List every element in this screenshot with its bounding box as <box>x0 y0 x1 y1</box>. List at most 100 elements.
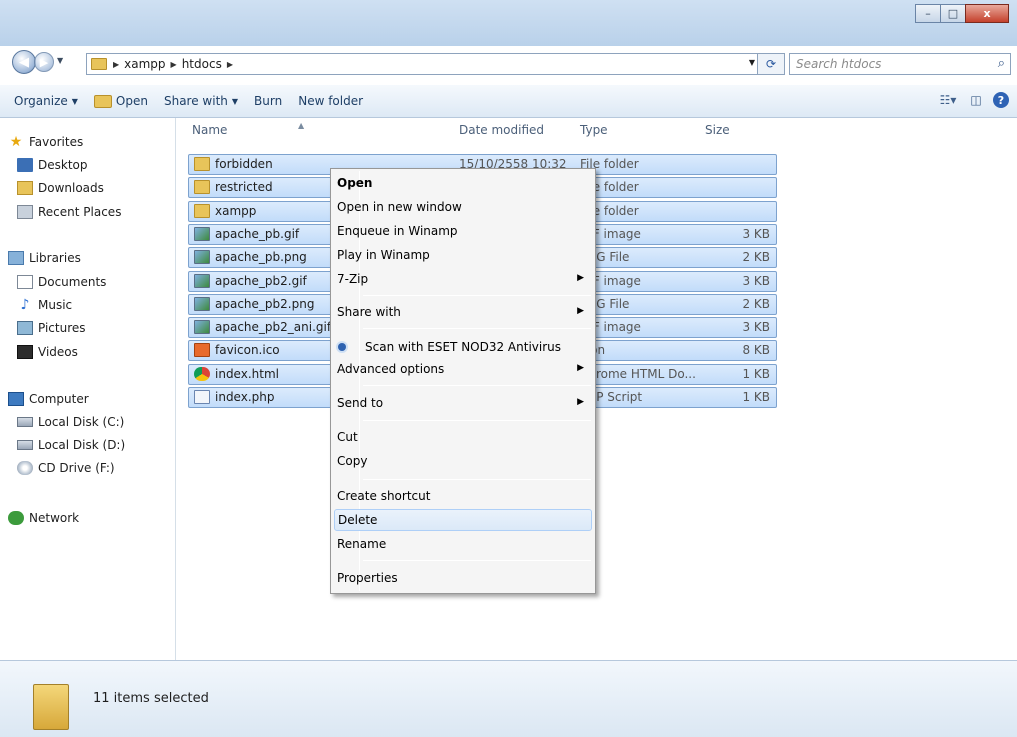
arrow-right-icon: ▶ <box>39 55 49 69</box>
menu-item-advanced-options[interactable]: Advanced options ▶ <box>334 359 592 381</box>
menu-separator <box>363 295 591 296</box>
nav-desktop-label: Desktop <box>38 158 88 172</box>
cd-drive-icon <box>17 461 33 475</box>
address-history-dropdown[interactable]: ▼ <box>749 58 755 67</box>
nav-computer[interactable]: Computer <box>8 392 89 406</box>
view-controls: ☷▾ ◫ ? <box>931 90 1009 110</box>
nav-downloads-label: Downloads <box>38 181 104 195</box>
star-icon: ★ <box>9 134 23 150</box>
chevron-right-icon[interactable]: ▶ <box>171 60 177 69</box>
file-size: 1 KB <box>742 390 770 404</box>
menu-item-7zip-label: 7-Zip <box>337 272 369 286</box>
breadcrumb-xampp[interactable]: xampp <box>124 57 165 71</box>
address-bar[interactable]: ▶ xampp ▶ htdocs ▶ ▼ <box>86 53 776 75</box>
file-size: 3 KB <box>742 320 770 335</box>
share-with-button[interactable]: Share with ▼ <box>156 90 246 112</box>
change-view-icon[interactable]: ☷▾ <box>937 90 959 110</box>
menu-item-rename[interactable]: Rename <box>334 534 592 556</box>
nav-local-disk-c[interactable]: Local Disk (C:) <box>17 415 124 429</box>
file-name-text: apache_pb.png <box>215 250 307 265</box>
help-icon[interactable]: ? <box>993 92 1009 108</box>
search-input[interactable]: Search htdocs ⌕ <box>789 53 1011 75</box>
file-list: Name ▲ Date modified Type Size forbidden… <box>177 118 1017 660</box>
downloads-icon <box>17 181 33 195</box>
image-icon <box>194 273 210 288</box>
back-button[interactable]: ◀ <box>12 50 36 74</box>
nav-libraries[interactable]: Libraries <box>8 251 81 265</box>
nav-libraries-label: Libraries <box>29 251 81 265</box>
organize-button[interactable]: Organize ▼ <box>6 90 86 112</box>
nav-network[interactable]: Network <box>8 511 79 525</box>
title-bar: – □ x <box>0 0 1017 46</box>
menu-item-create-shortcut[interactable]: Create shortcut <box>334 486 592 508</box>
breadcrumb-htdocs[interactable]: htdocs <box>182 57 222 71</box>
refresh-button[interactable]: ⟳ <box>757 53 785 75</box>
menu-item-enqueue-winamp[interactable]: Enqueue in Winamp <box>334 221 592 243</box>
recent-pages-dropdown[interactable]: ▼ <box>57 56 63 65</box>
nav-local-disk-d[interactable]: Local Disk (D:) <box>17 438 125 452</box>
menu-item-send-to[interactable]: Send to ▶ <box>334 393 592 415</box>
nav-favorites[interactable]: ★ Favorites <box>8 134 84 150</box>
menu-item-delete[interactable]: Delete <box>334 509 592 531</box>
file-name-text: apache_pb2_ani.gif <box>215 320 332 335</box>
chevron-right-icon[interactable]: ▶ <box>227 60 233 69</box>
menu-item-scan-eset[interactable]: Scan with ESET NOD32 Antivirus <box>334 337 592 359</box>
menu-item-share-with[interactable]: Share with ▶ <box>334 302 592 324</box>
column-header-name[interactable]: Name ▲ <box>192 121 304 137</box>
nav-documents-label: Documents <box>38 275 107 289</box>
folder-icon <box>194 180 210 195</box>
menu-item-copy-label: Copy <box>337 454 368 468</box>
menu-item-copy[interactable]: Copy <box>334 451 592 473</box>
nav-network-label: Network <box>29 511 80 525</box>
menu-item-rename-label: Rename <box>337 537 387 551</box>
column-header-type[interactable]: Type <box>580 123 608 137</box>
search-icon[interactable]: ⌕ <box>998 56 1005 71</box>
nav-downloads[interactable]: Downloads <box>17 181 104 195</box>
maximize-button[interactable]: □ <box>940 4 966 23</box>
nav-pictures[interactable]: Pictures <box>17 321 86 335</box>
menu-item-properties[interactable]: Properties <box>334 568 592 590</box>
forward-button[interactable]: ▶ <box>34 52 54 72</box>
hard-disk-icon <box>17 440 33 450</box>
sort-ascending-icon: ▲ <box>298 121 305 130</box>
nav-videos[interactable]: Videos <box>17 345 78 359</box>
minimize-button[interactable]: – <box>915 4 941 23</box>
chevron-right-icon[interactable]: ▶ <box>113 60 119 69</box>
menu-item-play-winamp[interactable]: Play in Winamp <box>334 245 592 267</box>
nav-recent-places[interactable]: Recent Places <box>17 205 121 219</box>
burn-button[interactable]: Burn <box>246 90 290 112</box>
share-with-label: Share with <box>163 94 228 108</box>
menu-item-cut[interactable]: Cut <box>334 427 592 449</box>
nav-cd-drive[interactable]: CD Drive (F:) <box>17 461 115 475</box>
organize-label: Organize <box>14 94 68 108</box>
nav-music[interactable]: ♪ Music <box>17 297 73 313</box>
column-header-size[interactable]: Size <box>705 123 730 137</box>
arrow-left-icon: ◀ <box>19 54 29 70</box>
nav-recent-places-label: Recent Places <box>38 205 122 219</box>
open-button[interactable]: Open <box>86 90 156 112</box>
submenu-arrow-icon: ▶ <box>577 273 584 283</box>
menu-item-cut-label: Cut <box>337 430 358 444</box>
menu-item-open-new-window[interactable]: Open in new window <box>334 197 592 219</box>
file-name: index.php <box>194 390 274 404</box>
menu-item-7zip[interactable]: 7-Zip ▶ <box>334 269 592 291</box>
file-name-text: favicon.ico <box>215 343 280 358</box>
menu-item-open[interactable]: Open <box>334 173 592 195</box>
file-size: 1 KB <box>742 366 770 381</box>
new-folder-button[interactable]: New folder <box>290 90 371 112</box>
column-header-date[interactable]: Date modified <box>459 123 544 137</box>
nav-computer-label: Computer <box>29 392 89 406</box>
file-name: apache_pb.png <box>194 250 307 265</box>
open-label: Open <box>115 94 148 108</box>
nav-desktop[interactable]: Desktop <box>17 158 88 172</box>
chevron-down-icon: ▼ <box>231 96 239 106</box>
refresh-icon: ⟳ <box>765 57 777 71</box>
php-icon <box>194 390 210 404</box>
preview-pane-icon[interactable]: ◫ <box>965 90 987 110</box>
file-name: index.html <box>194 366 279 381</box>
computer-icon <box>8 392 24 406</box>
nav-documents[interactable]: Documents <box>17 275 106 289</box>
menu-item-properties-label: Properties <box>337 571 398 585</box>
menu-separator <box>363 560 591 561</box>
close-button[interactable]: x <box>965 4 1009 23</box>
